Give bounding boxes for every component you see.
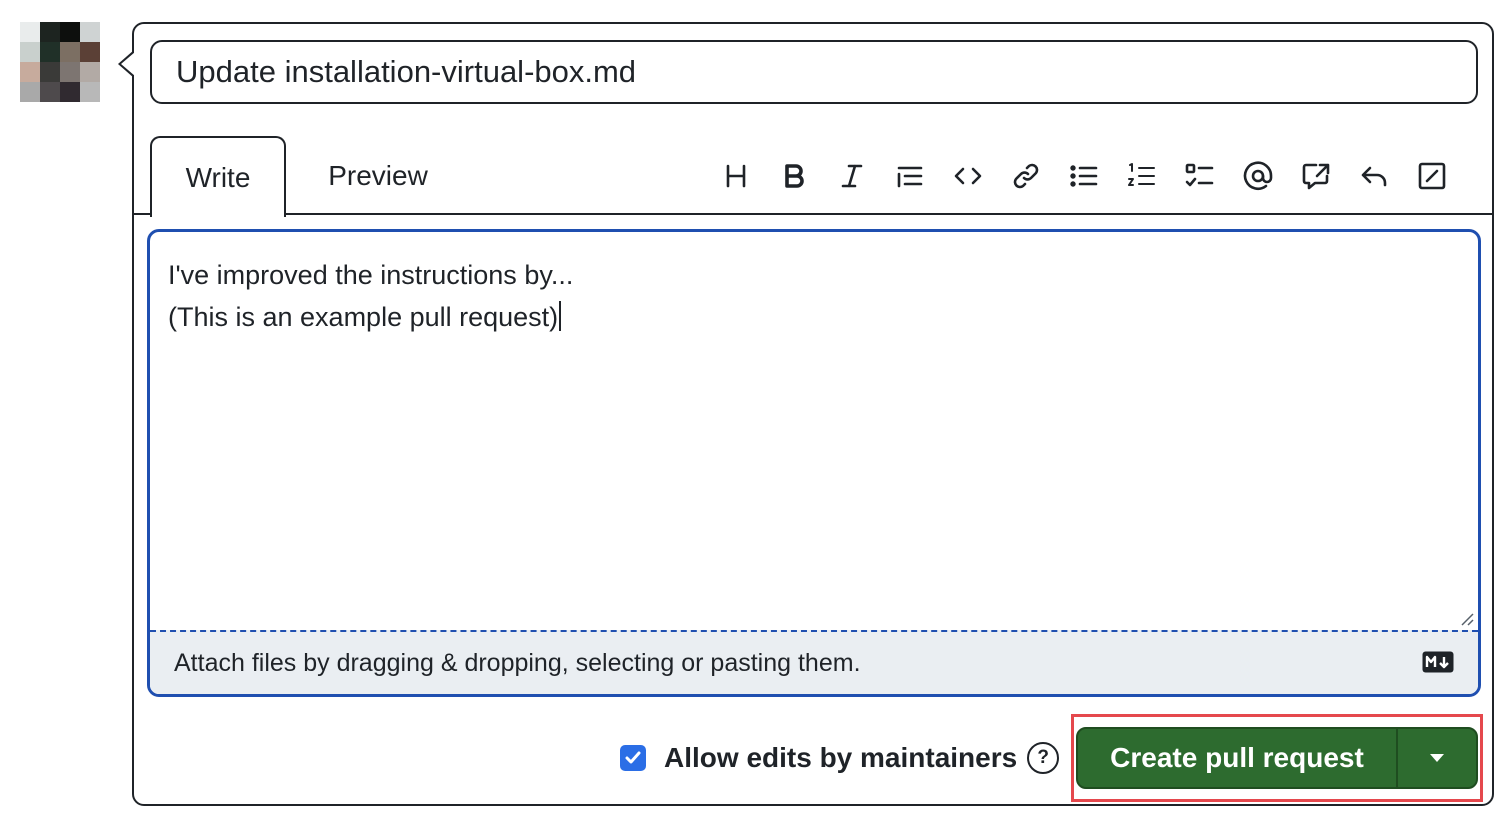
markdown-icon[interactable] [1422,651,1454,673]
comment-line-1: I've improved the instructions by... [168,260,574,290]
mention-icon[interactable] [1234,152,1282,200]
comment-textarea[interactable]: I've improved the instructions by... (Th… [168,254,573,338]
help-glyph: ? [1037,747,1049,768]
task-list-icon[interactable] [1176,152,1224,200]
text-caret [559,301,562,331]
cross-reference-icon[interactable] [1292,152,1340,200]
comment-editor[interactable]: I've improved the instructions by... (Th… [147,229,1481,697]
avatar-pixel [20,42,40,62]
tab-write-label: Write [185,161,251,193]
resize-grip-icon[interactable] [1458,610,1474,626]
avatar[interactable] [20,22,100,102]
link-icon[interactable] [1002,152,1050,200]
reply-icon[interactable] [1350,152,1398,200]
tab-preview-label: Preview [328,159,428,191]
avatar-pixel [20,22,40,42]
avatar-pixel [80,22,100,42]
pr-title-input[interactable] [150,40,1478,104]
help-icon[interactable]: ? [1027,742,1060,774]
avatar-pixel [60,22,80,42]
unordered-list-icon[interactable] [1060,152,1108,200]
avatar-pixel [80,62,100,82]
avatar-pixel [40,82,60,102]
bold-icon[interactable] [770,152,818,200]
avatar-pixel [40,42,60,62]
code-icon[interactable] [944,152,992,200]
allow-edits-label[interactable]: Allow edits by maintainers [664,742,1017,774]
avatar-pixel [20,62,40,82]
check-icon [625,751,641,764]
highlight-annotation [1071,714,1483,802]
fullscreen-icon[interactable] [1408,152,1456,200]
attach-files-bar[interactable]: Attach files by dragging & dropping, sel… [150,630,1478,694]
avatar-pixel [80,82,100,102]
tab-preview[interactable]: Preview [300,136,456,215]
heading-icon[interactable] [712,152,760,200]
quote-icon[interactable] [886,152,934,200]
avatar-pixel [60,82,80,102]
ordered-list-icon[interactable] [1118,152,1166,200]
tab-write[interactable]: Write [150,136,286,217]
allow-edits-checkbox[interactable] [620,745,646,771]
markdown-toolbar [712,150,1466,202]
comment-line-2: (This is an example pull request) [168,302,559,332]
avatar-pixel [40,22,60,42]
avatar-pixel [60,42,80,62]
avatar-pixel [80,42,100,62]
avatar-pixel [60,62,80,82]
footer-actions: Allow edits by maintainers ? [620,727,1060,789]
avatar-pixel [20,82,40,102]
avatar-pixel [40,62,60,82]
attach-files-hint: Attach files by dragging & dropping, sel… [174,648,861,677]
italic-icon[interactable] [828,152,876,200]
